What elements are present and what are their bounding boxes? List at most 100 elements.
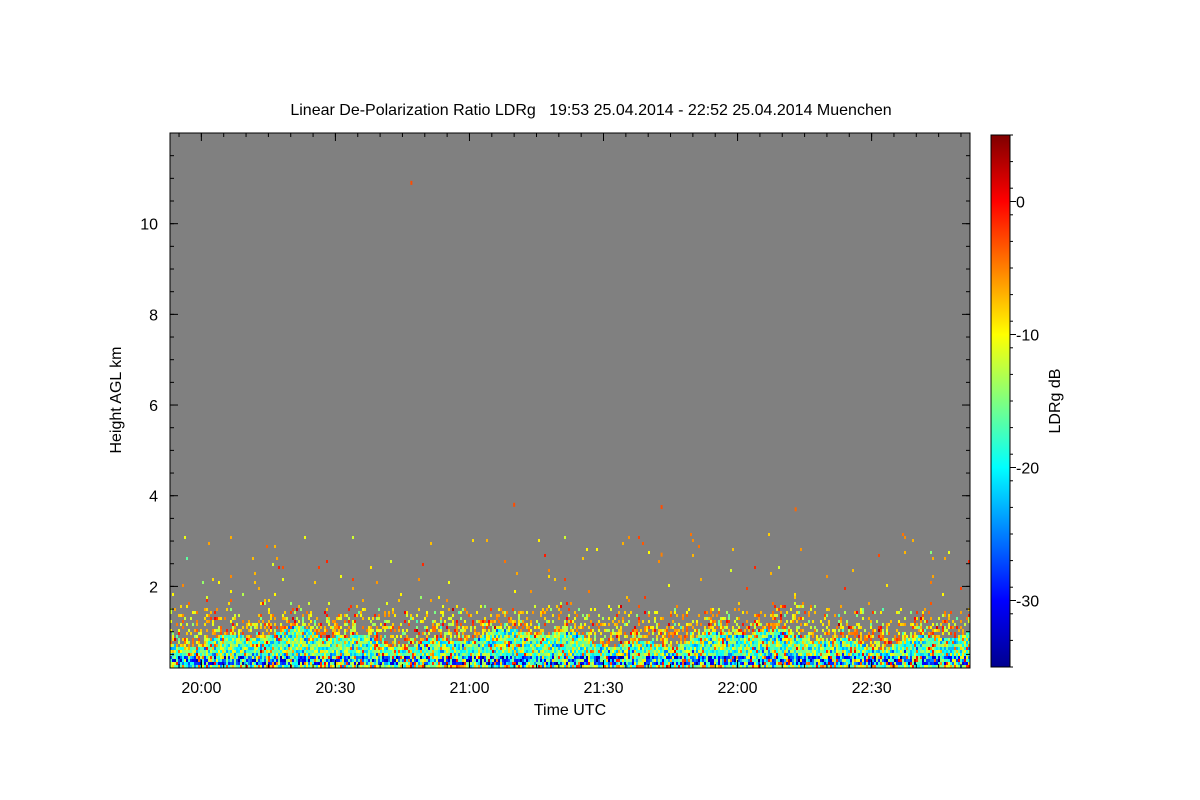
heatmap-cell <box>210 641 212 644</box>
heatmap-cell <box>766 659 768 662</box>
heatmap-cell <box>666 662 668 665</box>
heatmap-cell <box>308 635 310 638</box>
heatmap-cell <box>528 629 530 632</box>
heatmap-cell <box>860 632 862 635</box>
heatmap-cell <box>368 644 370 647</box>
heatmap-cell <box>566 644 568 647</box>
heatmap-cell <box>286 656 288 659</box>
heatmap-cell <box>452 650 454 653</box>
heatmap-cell <box>846 644 848 647</box>
heatmap-cell <box>554 650 556 653</box>
heatmap-cell <box>772 623 774 626</box>
heatmap-cell <box>652 641 654 644</box>
heatmap-cell <box>644 653 646 656</box>
heatmap-cell <box>358 611 360 614</box>
heatmap-cell <box>530 662 532 665</box>
heatmap-cell <box>538 662 540 665</box>
heatmap-cell <box>492 632 494 635</box>
heatmap-cell <box>344 662 346 665</box>
heatmap-cell <box>448 623 450 626</box>
heatmap-cell <box>752 653 754 656</box>
heatmap-cell <box>788 662 790 665</box>
heatmap-cell <box>238 647 240 650</box>
heatmap-cell <box>618 611 620 614</box>
heatmap-cell <box>346 644 348 647</box>
heatmap-cell <box>888 623 890 626</box>
heatmap-cell <box>710 644 712 647</box>
heatmap-cell <box>856 647 858 650</box>
heatmap-cell <box>890 656 892 659</box>
heatmap-cell <box>326 635 328 638</box>
heatmap-cell <box>436 653 438 656</box>
heatmap-cell <box>618 620 620 623</box>
heatmap-cell <box>332 641 334 644</box>
heatmap-cell <box>710 638 712 641</box>
heatmap-cell <box>306 662 308 665</box>
heatmap-cell <box>278 662 280 665</box>
heatmap-cell <box>824 650 826 653</box>
heatmap-cell <box>488 638 490 641</box>
heatmap-cell <box>746 620 748 623</box>
heatmap-cell <box>466 650 468 653</box>
heatmap-cell <box>506 662 508 665</box>
heatmap-cell <box>678 644 680 647</box>
heatmap-cell <box>772 647 774 650</box>
heatmap-cell <box>684 656 686 659</box>
heatmap-cell <box>506 647 508 650</box>
heatmap-cell <box>718 653 720 656</box>
heatmap-cell <box>570 656 572 659</box>
heatmap-cell <box>506 611 508 614</box>
heatmap-cell <box>558 650 560 653</box>
heatmap-cell <box>256 650 258 653</box>
heatmap-cell <box>322 650 324 653</box>
heatmap-cell <box>390 662 392 665</box>
heatmap-cell <box>266 644 268 647</box>
heatmap-cell <box>802 644 804 647</box>
heatmap-cell <box>404 653 406 656</box>
heatmap-cell <box>508 653 510 656</box>
heatmap-cell <box>256 638 258 641</box>
heatmap-cell <box>182 650 184 653</box>
heatmap-cell <box>490 653 492 656</box>
heatmap-cell <box>496 656 498 659</box>
heatmap-cell <box>264 599 266 602</box>
heatmap-cell <box>486 626 488 629</box>
heatmap-cell <box>786 638 788 641</box>
heatmap-cell <box>454 650 456 653</box>
heatmap-cell <box>660 647 662 650</box>
heatmap-cell <box>258 653 260 656</box>
heatmap-cell <box>588 647 590 650</box>
heatmap-cell <box>204 644 206 647</box>
heatmap-cell <box>790 608 792 611</box>
heatmap-cell <box>834 641 836 644</box>
heatmap-cell <box>542 659 544 662</box>
heatmap-cell <box>376 659 378 662</box>
heatmap-cell <box>224 659 226 662</box>
heatmap-cell <box>774 626 776 629</box>
heatmap-cell <box>430 644 432 647</box>
heatmap-cell <box>320 650 322 653</box>
heatmap-cell <box>406 647 408 650</box>
heatmap-cell <box>278 632 280 635</box>
heatmap-cell <box>324 656 326 659</box>
heatmap-cell <box>754 659 756 662</box>
heatmap-cell <box>448 659 450 662</box>
heatmap-cell <box>452 620 454 623</box>
heatmap-cell <box>522 626 524 629</box>
heatmap-cell <box>712 656 714 659</box>
heatmap-cell <box>816 656 818 659</box>
heatmap-cell <box>632 641 634 644</box>
heatmap-cell <box>880 611 882 614</box>
heatmap-cell <box>386 620 388 623</box>
heatmap-cell <box>374 614 376 617</box>
heatmap-cell <box>314 659 316 662</box>
heatmap-cell <box>434 653 436 656</box>
heatmap-cell <box>522 647 524 650</box>
heatmap-cell <box>554 653 556 656</box>
heatmap-cell <box>282 626 284 629</box>
heatmap-cell <box>808 635 810 638</box>
heatmap-cell <box>510 647 512 650</box>
heatmap-cell <box>870 641 872 644</box>
heatmap-cell <box>590 647 592 650</box>
heatmap-cell <box>564 644 566 647</box>
